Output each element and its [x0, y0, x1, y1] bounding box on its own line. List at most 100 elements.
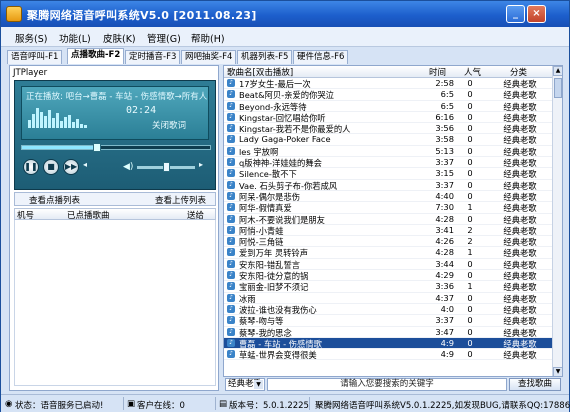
song-row[interactable]: ♪ 冰雨 4:37 0 经典老歌: [224, 293, 552, 304]
song-category: 经典老歌: [503, 169, 537, 180]
volume-handle[interactable]: [163, 162, 170, 172]
tab-voice-call[interactable]: 语音呼叫-F1: [7, 50, 63, 64]
music-note-icon: ♪: [227, 135, 235, 144]
song-duration: 4:9: [440, 337, 454, 348]
marquee-text: 聚腾网络语音呼叫系统V5.0.1.2225,如发现BUG,请联系QQ:17886…: [315, 401, 570, 411]
list-switch-bar: 查看点播列表 查看上传列表: [14, 192, 216, 206]
version-number: 版本号：5.0.1.2225: [229, 401, 309, 411]
search-input[interactable]: 请输入您要搜索的关键字: [267, 378, 507, 391]
song-row[interactable]: ♪ 阿木-不要说我们是朋友 4:28 0 经典老歌: [224, 214, 552, 225]
tab-song-request[interactable]: 点播歌曲-F2: [67, 48, 125, 64]
menu-skin[interactable]: 皮肤(K): [103, 31, 136, 45]
scroll-up-icon[interactable]: ▲: [553, 66, 562, 76]
music-note-icon: ♪: [227, 112, 235, 121]
progress-fill: [22, 146, 97, 149]
song-row[interactable]: ♪ 阿华-假情真爱 7:30 1 经典老歌: [224, 202, 552, 214]
song-row[interactable]: ♪ 蔡琴-吻与等 3:37 0 经典老歌: [224, 315, 552, 327]
song-name: 宝丽金-旧梦不须记: [239, 282, 309, 293]
song-duration: 3:44: [435, 258, 454, 269]
song-row[interactable]: ♪ 17岁女生-最后一次 2:58 0 经典老歌: [224, 78, 552, 90]
close-lyrics-button[interactable]: 关闭歌词: [152, 119, 186, 131]
prev-track-icon[interactable]: ◂: [83, 160, 87, 174]
menu-function[interactable]: 功能(L): [59, 31, 91, 45]
menu-service[interactable]: 服务(S): [15, 31, 47, 45]
col-category[interactable]: 分类: [510, 66, 527, 78]
tab-hardware-info[interactable]: 硬件信息-F6: [293, 50, 349, 64]
view-upload-list-button[interactable]: 查看上传列表: [155, 194, 206, 206]
menu-manage[interactable]: 管理(G): [147, 31, 181, 45]
scroll-thumb[interactable]: [554, 78, 562, 98]
song-row[interactable]: ♪ Kingstar-回忆唱给你听 6:16 0 经典老歌: [224, 112, 552, 124]
song-row[interactable]: ♪ 曹磊 - 车站 - 伤感情歌 4:9 0 经典老歌: [224, 337, 552, 350]
song-row[interactable]: ♪ 阿悄-小青蛙 3:41 2 经典老歌: [224, 224, 552, 237]
song-list-rows: ♪ 17岁女生-最后一次 2:58 0 经典老歌 ♪ Beat&阿贝-亲爱的你哭泣 6:5 0 经…: [224, 78, 552, 361]
tab-lottery[interactable]: 网吧抽奖-F4: [181, 50, 237, 64]
tab-machine-list[interactable]: 机器列表-F5: [237, 50, 293, 64]
song-duration: 3:37: [435, 157, 454, 168]
song-row[interactable]: ♪ 安东阳-错乱誓言 3:44 0 经典老歌: [224, 258, 552, 271]
song-popularity: 0: [467, 337, 473, 348]
menu-help[interactable]: 帮助(H): [191, 31, 225, 45]
song-row[interactable]: ♪ 安东阳-徒分意的锅 4:29 0 经典老歌: [224, 270, 552, 282]
song-name: 安东阳-错乱誓言: [239, 259, 301, 270]
pause-icon[interactable]: ❚❚: [23, 159, 39, 175]
request-table-body[interactable]: [14, 220, 216, 386]
close-button[interactable]: ×: [527, 5, 546, 23]
title-bar[interactable]: 聚腾网络语音呼叫系统V5.0 [2011.08.23] _ ×: [1, 1, 569, 27]
next-icon[interactable]: ▶▶: [63, 159, 79, 175]
song-row[interactable]: ♪ les 宇放啊 5:13 0 经典老歌: [224, 145, 552, 158]
song-popularity: 0: [467, 258, 473, 269]
song-popularity: 2: [467, 224, 473, 235]
song-row[interactable]: ♪ 蔡琴-我的思念 3:47 0 经典老歌: [224, 327, 552, 338]
song-row[interactable]: ♪ 阿呆-偶尔是悲伤 4:40 0 经典老歌: [224, 191, 552, 203]
minimize-button[interactable]: _: [506, 5, 525, 23]
search-song-button[interactable]: 查找歌曲: [509, 378, 561, 391]
song-popularity: 0: [467, 78, 473, 88]
tab-timed-broadcast[interactable]: 定时播音-F3: [125, 50, 181, 64]
music-note-icon: ♪: [227, 158, 235, 167]
media-player: 正在播放: 吧台→曹磊 - 车站 - 伤感情歌→所有人 02:24 关闭歌词 ❚…: [14, 80, 216, 190]
song-row[interactable]: ♪ 宝丽金-旧梦不须记 3:36 1 经典老歌: [224, 281, 552, 293]
next-track-icon[interactable]: ▸: [199, 160, 203, 174]
music-note-icon: ♪: [227, 180, 235, 189]
song-duration: 4:9: [440, 349, 454, 360]
song-category: 经典老歌: [503, 90, 537, 101]
song-row[interactable]: ♪ Kingstar-我若不是你最爱的人 3:56 0 经典老歌: [224, 123, 552, 135]
song-category: 经典老歌: [503, 112, 537, 123]
song-category: 经典老歌: [503, 350, 537, 361]
song-duration: 5:13: [435, 145, 454, 156]
progress-bar[interactable]: [21, 143, 211, 152]
music-note-icon: ♪: [227, 79, 235, 87]
song-row[interactable]: ♪ 草蜢-世界会变得很美 4:9 0 经典老歌: [224, 349, 552, 361]
col-song-name[interactable]: 歌曲名[双击播放]: [227, 66, 293, 78]
song-row[interactable]: ♪ Silence-散不下 3:15 0 经典老歌: [224, 168, 552, 180]
progress-handle[interactable]: [93, 143, 101, 152]
col-popularity[interactable]: 人气: [464, 66, 481, 78]
song-category: 经典老歌: [503, 135, 537, 146]
category-select[interactable]: 经典老歌 ▼: [225, 378, 265, 391]
music-note-icon: ♪: [227, 350, 235, 359]
song-row[interactable]: ♪ Vae. 石头剪子布-你若成风 3:37 0 经典老歌: [224, 180, 552, 191]
music-note-icon: ♪: [227, 304, 235, 313]
song-popularity: 0: [467, 213, 473, 224]
song-row[interactable]: ♪ Lady Gaga-Poker Face 3:58 0 经典老歌: [224, 134, 552, 146]
song-list-scrollbar[interactable]: ▲ ▼: [552, 66, 562, 376]
song-name: Vae. 石头剪子布-你若成风: [239, 180, 338, 191]
music-note-icon: ♪: [227, 124, 235, 133]
scroll-down-icon[interactable]: ▼: [553, 367, 562, 376]
song-row[interactable]: ♪ q版神神-洋娃娃的舞会 3:37 0 经典老歌: [224, 157, 552, 169]
song-row[interactable]: ♪ 阿悦-三角链 4:26 2 经典老歌: [224, 236, 552, 248]
song-row[interactable]: ♪ Beyond-永远等待 6:5 0 经典老歌: [224, 101, 552, 112]
song-duration: 3:36: [435, 281, 454, 292]
song-row[interactable]: ♪ 波拉-谁也没有我伤心 4:0 0 经典老歌: [224, 304, 552, 316]
song-row[interactable]: ♪ Beat&阿贝-亲爱的你哭泣 6:5 0 经典老歌: [224, 89, 552, 101]
volume-slider[interactable]: [137, 162, 195, 172]
col-duration[interactable]: 时间: [429, 66, 446, 78]
song-duration: 7:30: [435, 202, 454, 213]
volume-icon: ◀): [123, 162, 134, 172]
song-row[interactable]: ♪ 爱到万年 灵转铃声 4:28 1 经典老歌: [224, 247, 552, 259]
stop-icon[interactable]: ■: [43, 159, 59, 175]
song-popularity: 0: [467, 134, 473, 145]
view-request-list-button[interactable]: 查看点播列表: [29, 194, 80, 206]
song-name: 阿木-不要说我们是朋友: [239, 214, 325, 225]
